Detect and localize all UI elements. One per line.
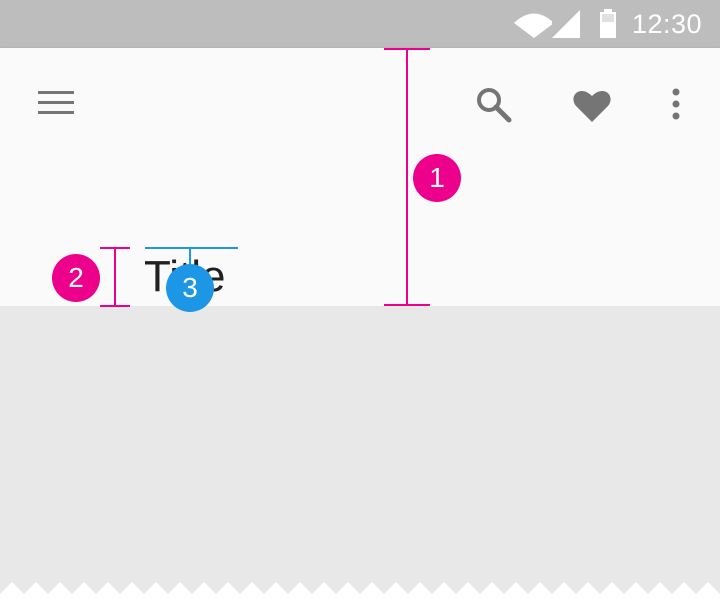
measure-line-title-baseline-offset [100,247,130,307]
annotation-badge-2: 2 [52,254,100,302]
screen: 12:30 Title [0,0,720,608]
annotation-badge-3: 3 [166,264,214,312]
annotation-badge-1: 1 [413,154,461,202]
measurement-overlay [100,48,430,307]
